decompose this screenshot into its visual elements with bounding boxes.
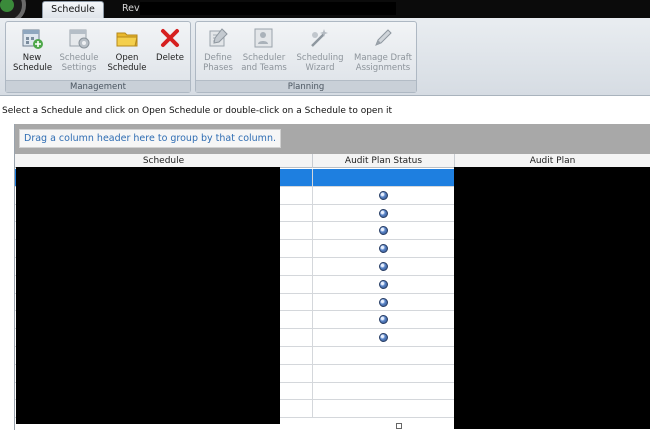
redacted-area [16, 167, 280, 424]
ribbon-group-management: New Schedule Schedule Settings Open Sche… [5, 21, 191, 93]
cell-audit-plan-status[interactable] [313, 222, 455, 240]
scheduler-teams-icon [254, 28, 273, 48]
cell-audit-plan-status[interactable] [313, 400, 455, 418]
cell-audit-plan-status[interactable] [313, 204, 455, 222]
wizard-icon [311, 29, 328, 47]
column-header-audit-plan[interactable]: Audit Plan [455, 154, 650, 168]
cell-audit-plan-status[interactable] [313, 169, 455, 186]
schedule-settings-label: Schedule Settings [59, 53, 99, 73]
scheduler-and-teams-button[interactable]: Scheduler and Teams [240, 26, 288, 73]
scheduler-and-teams-label: Scheduler and Teams [241, 53, 287, 73]
delete-x-icon [161, 29, 179, 47]
define-phases-label: Define Phases [203, 53, 233, 73]
grid-header: Schedule Audit Plan Status Audit Plan [15, 154, 650, 168]
column-header-schedule[interactable]: Schedule [15, 154, 313, 168]
schedule-settings-icon [69, 29, 90, 49]
scheduling-wizard-button[interactable]: Scheduling Wizard [294, 26, 346, 73]
delete-button[interactable]: Delete [152, 26, 188, 63]
define-phases-button[interactable]: Define Phases [200, 26, 236, 73]
cell-audit-plan-status[interactable] [313, 382, 455, 400]
resize-handle[interactable] [396, 423, 402, 429]
cell-audit-plan-status[interactable] [313, 293, 455, 311]
open-schedule-button[interactable]: Open Schedule [107, 26, 147, 73]
cell-audit-plan-status[interactable] [313, 364, 455, 382]
status-indicator-icon [379, 297, 388, 307]
cell-audit-plan-status[interactable] [313, 329, 455, 346]
status-indicator-icon [379, 315, 388, 325]
new-schedule-icon [22, 29, 43, 49]
cell-audit-plan-status[interactable] [313, 311, 455, 329]
manage-draft-assignments-button[interactable]: Manage Draft Assignments [352, 26, 414, 73]
pencil-icon [375, 29, 392, 46]
schedule-settings-button[interactable]: Schedule Settings [58, 26, 100, 73]
status-indicator-icon [379, 333, 388, 343]
status-indicator-icon [379, 261, 388, 271]
tab-schedule[interactable]: Schedule [42, 1, 104, 18]
scheduling-wizard-label: Scheduling Wizard [296, 53, 344, 73]
redacted-area [140, 2, 396, 15]
group-title-management: Management [6, 80, 190, 92]
new-schedule-label: New Schedule [13, 53, 53, 73]
ribbon-tab-bar: Schedule Revi [0, 0, 650, 24]
column-header-audit-plan-status[interactable]: Audit Plan Status [313, 154, 455, 168]
open-schedule-label: Open Schedule [107, 53, 147, 73]
group-by-panel[interactable]: Drag a column header here to group by th… [15, 124, 650, 154]
cell-audit-plan-status[interactable] [313, 186, 455, 204]
group-by-hint: Drag a column header here to group by th… [19, 129, 281, 148]
cell-audit-plan-status[interactable] [313, 275, 455, 293]
cell-audit-plan-status[interactable] [313, 346, 455, 364]
group-title-planning: Planning [196, 80, 416, 92]
folder-icon [116, 32, 138, 47]
ribbon-group-planning: Define Phases Scheduler and Teams Schedu… [195, 21, 417, 93]
redacted-area [454, 167, 650, 429]
instructions-text: Select a Schedule and click on Open Sche… [2, 106, 393, 116]
status-indicator-icon [379, 279, 388, 289]
delete-label: Delete [156, 53, 184, 63]
cell-audit-plan-status[interactable] [313, 257, 455, 275]
ribbon: New Schedule Schedule Settings Open Sche… [0, 18, 650, 96]
define-phases-icon [209, 28, 228, 47]
manage-draft-assignments-label: Manage Draft Assignments [354, 53, 412, 73]
status-indicator-icon [379, 226, 388, 236]
status-indicator-icon [379, 244, 388, 254]
status-indicator-icon [379, 208, 388, 218]
cell-audit-plan-status[interactable] [313, 240, 455, 257]
new-schedule-button[interactable]: New Schedule [13, 26, 53, 73]
status-indicator-icon [379, 190, 388, 200]
